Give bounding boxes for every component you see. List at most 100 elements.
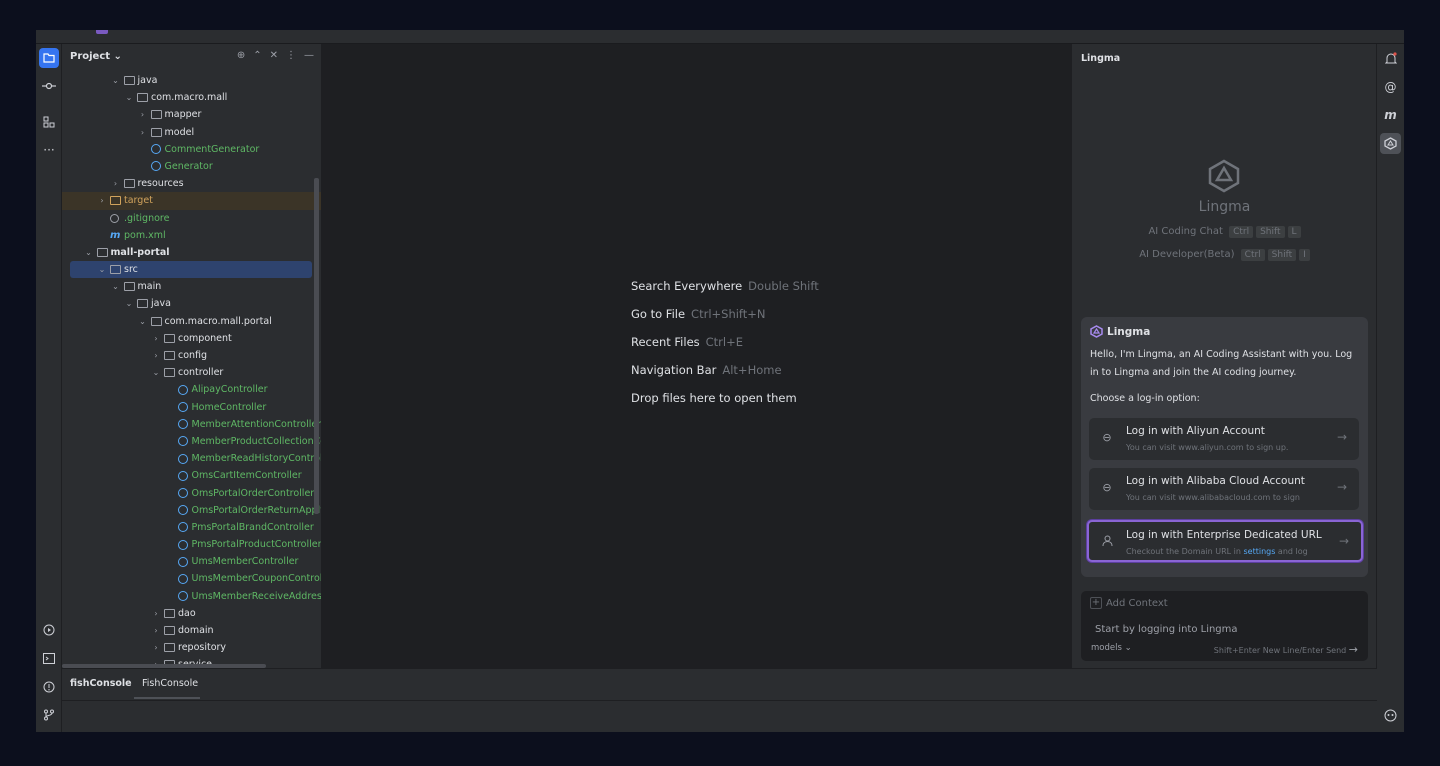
chevron-down-icon[interactable]: ⌄	[84, 244, 94, 261]
chat-input-box[interactable]: + Add Context Start by logging into Lingm…	[1081, 591, 1368, 661]
login-aliyun-button[interactable]: ⊖ Log in with Aliyun Account You can vis…	[1089, 418, 1359, 460]
expand-all-icon[interactable]: ⌃	[253, 50, 261, 61]
tree-row[interactable]: MemberReadHistoryController	[62, 450, 321, 467]
options-icon[interactable]: ⋮	[286, 50, 296, 61]
tree-row[interactable]: PmsPortalProductController	[62, 536, 321, 553]
structure-icon[interactable]	[39, 112, 59, 132]
tree-row[interactable]: AlipayController	[62, 381, 321, 398]
tree-row[interactable]: ⌄ mall-portal	[62, 244, 321, 261]
tree-row[interactable]: OmsCartItemController	[62, 467, 321, 484]
chevron-down-icon[interactable]: ⌄	[124, 295, 134, 312]
tree-row[interactable]: Generator	[62, 158, 321, 175]
chevron-right-icon[interactable]: ›	[138, 124, 148, 141]
login-aliyun-subtitle: You can visit www.aliyun.com to sign up.	[1126, 443, 1289, 452]
add-context-button[interactable]: + Add Context	[1090, 597, 1168, 609]
tree-row-label: mall-portal	[110, 246, 170, 258]
login-alibaba-cloud-title: Log in with Alibaba Cloud Account	[1126, 475, 1305, 487]
notifications-icon[interactable]	[1380, 48, 1401, 69]
tree-row[interactable]: HomeController	[62, 399, 321, 416]
terminal-icon[interactable]	[39, 648, 59, 668]
tree-row[interactable]: ⌄ controller	[62, 364, 321, 381]
tree-row[interactable]: › domain	[62, 622, 321, 639]
tree-row[interactable]: UmsMemberController	[62, 553, 321, 570]
tree-row[interactable]: ⌄ com.macro.mall.portal	[62, 313, 321, 330]
chevron-right-icon[interactable]: ›	[151, 639, 161, 656]
tree-row[interactable]: .gitignore	[62, 210, 321, 227]
chevron-right-icon[interactable]: ›	[151, 605, 161, 622]
tree-row[interactable]: › model	[62, 124, 321, 141]
chevron-right-icon[interactable]: ›	[97, 192, 107, 209]
send-hint: Shift+Enter New Line/Enter Send →	[1213, 643, 1358, 656]
left-tool-strip: ···	[36, 44, 62, 732]
tree-row[interactable]: CommentGenerator	[62, 141, 321, 158]
tree-row[interactable]: MemberAttentionController	[62, 416, 321, 433]
tree-row[interactable]: OmsPortalOrderController	[62, 485, 321, 502]
tree-row-label: AlipayController	[191, 384, 268, 396]
tree-row[interactable]: › component	[62, 330, 321, 347]
tree-row[interactable]: › dao	[62, 605, 321, 622]
package-icon	[150, 316, 162, 326]
send-icon[interactable]: →	[1349, 643, 1358, 656]
chevron-down-icon[interactable]: ⌄	[151, 364, 161, 381]
tree-row[interactable]: › repository	[62, 639, 321, 656]
maven-icon[interactable]: m	[1380, 104, 1401, 125]
tree-row[interactable]: MemberProductCollectionCon	[62, 433, 321, 450]
settings-link[interactable]: settings	[1243, 547, 1275, 556]
chevron-right-icon[interactable]: ›	[111, 175, 121, 192]
tree-row[interactable]: › resources	[62, 175, 321, 192]
tree-row[interactable]: ⌄ com.macro.mall	[62, 89, 321, 106]
chevron-right-icon[interactable]: ›	[151, 330, 161, 347]
tree-vertical-scrollbar[interactable]	[314, 178, 319, 514]
chevron-down-icon[interactable]: ⌄	[124, 89, 134, 106]
login-card-message: Hello, I'm Lingma, an AI Coding Assistan…	[1090, 349, 1353, 378]
tree-row[interactable]: m pom.xml	[62, 227, 321, 244]
locate-icon[interactable]: ⊕	[237, 50, 245, 61]
login-enterprise-url-button[interactable]: Log in with Enterprise Dedicated URL Che…	[1087, 520, 1363, 562]
tree-row-label: OmsPortalOrderReturnApplyC	[191, 504, 322, 516]
chevron-down-icon[interactable]: ⌄	[138, 313, 148, 330]
tree-row[interactable]: ⌄ java	[62, 295, 321, 312]
models-dropdown[interactable]: models ⌄	[1091, 643, 1132, 653]
lingma-tool-icon[interactable]	[1380, 133, 1401, 154]
class-icon	[177, 591, 188, 602]
login-alibaba-cloud-button[interactable]: ⊖ Log in with Alibaba Cloud Account You …	[1089, 468, 1359, 510]
class-icon	[177, 573, 188, 584]
tree-row-label: java	[137, 75, 158, 86]
login-aliyun-title: Log in with Aliyun Account	[1126, 425, 1265, 437]
chevron-down-icon[interactable]: ⌄	[97, 261, 107, 278]
project-folder-icon[interactable]	[39, 48, 59, 68]
problems-icon[interactable]	[39, 677, 59, 697]
tree-row[interactable]: › mapper	[62, 106, 321, 123]
chevron-right-icon[interactable]: ›	[138, 106, 148, 123]
commit-icon[interactable]	[39, 76, 59, 96]
chevron-down-icon[interactable]: ⌄	[111, 72, 121, 89]
collapse-all-icon[interactable]: ✕	[270, 50, 278, 61]
editor-empty-hints: Search Everywhere Double Shift Go to File C…	[631, 278, 819, 418]
tree-row[interactable]: › target	[62, 192, 321, 210]
tree-row[interactable]: › config	[62, 347, 321, 364]
tree-row[interactable]: ⌄ src	[70, 261, 312, 279]
chevron-right-icon[interactable]: ›	[151, 622, 161, 639]
tree-row[interactable]: ⌄ main	[62, 278, 321, 295]
run-icon[interactable]	[39, 620, 59, 640]
folder-icon	[137, 299, 148, 309]
project-panel-title[interactable]: Project ⌄	[70, 51, 122, 62]
tree-row[interactable]: UmsMemberCouponController	[62, 570, 321, 587]
tree-row[interactable]: ⌄ java	[62, 72, 321, 89]
lingma-logo-icon	[1208, 159, 1240, 193]
tree-row[interactable]: UmsMemberReceiveAddressC	[62, 588, 321, 605]
minimize-icon[interactable]: —	[304, 50, 314, 61]
tree-row-label: OmsCartItemController	[191, 470, 302, 482]
class-icon	[177, 522, 188, 533]
chevron-right-icon[interactable]: ›	[151, 347, 161, 364]
more-tools-icon[interactable]: ···	[39, 140, 59, 160]
package-icon	[164, 368, 175, 378]
chevron-down-icon[interactable]: ⌄	[111, 278, 121, 295]
git-branch-icon[interactable]	[39, 705, 59, 725]
copilot-icon[interactable]	[1380, 705, 1401, 726]
tab-fishconsole[interactable]: FishConsole	[142, 678, 198, 689]
tree-row[interactable]: OmsPortalOrderReturnApplyC	[62, 502, 322, 519]
ai-assistant-icon[interactable]: @	[1380, 76, 1401, 97]
arrow-right-icon: →	[1338, 534, 1349, 548]
tree-row[interactable]: PmsPortalBrandController	[62, 519, 321, 536]
